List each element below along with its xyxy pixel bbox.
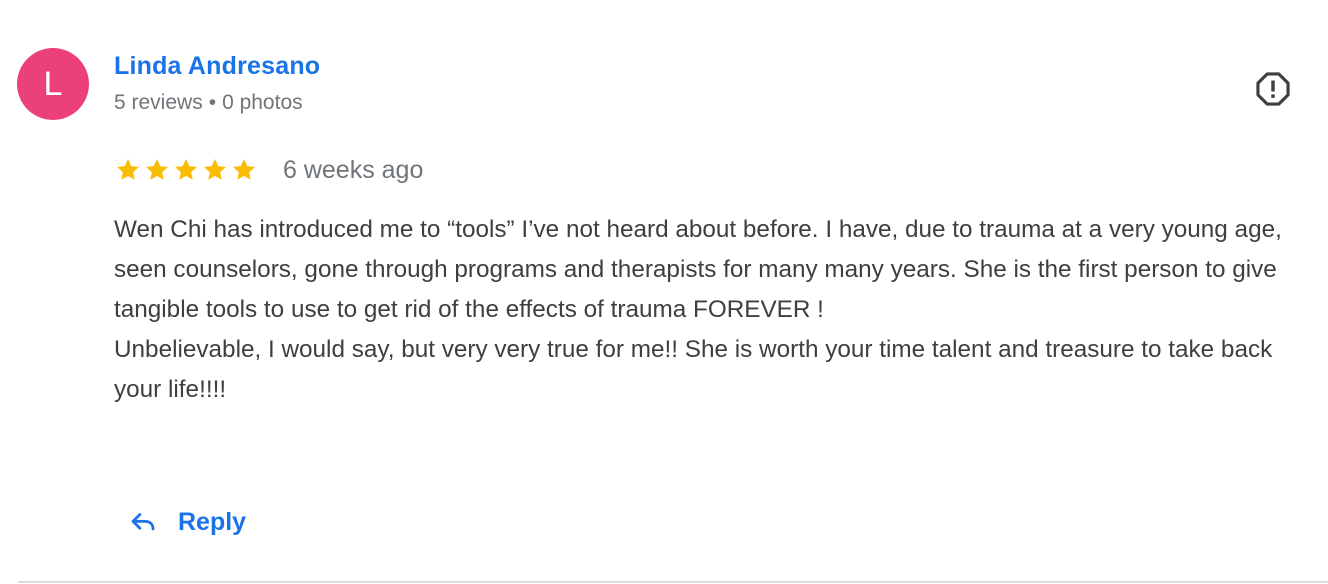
avatar[interactable]: L (17, 48, 89, 120)
review-text: Wen Chi has introduced me to “tools” I’v… (114, 210, 1320, 410)
star-icon (175, 159, 197, 180)
star-icon (204, 159, 226, 180)
reviews-count: 5 reviews (114, 91, 203, 114)
meta-separator: • (208, 91, 217, 114)
author-name-link[interactable]: Linda Andresano (114, 52, 320, 81)
report-flag-icon (1256, 72, 1290, 106)
star-icon (233, 159, 255, 180)
divider (18, 581, 1328, 583)
review-paragraph: Unbelievable, I would say, but very very… (114, 336, 1273, 403)
review-card: L Linda Andresano 5 reviews • 0 photos 6 w… (0, 0, 1328, 584)
star-rating (114, 156, 258, 184)
photos-count: 0 photos (222, 91, 303, 114)
star-icon (146, 159, 168, 180)
reply-label: Reply (178, 507, 247, 536)
review-paragraph: Wen Chi has introduced me to “tools” I’v… (114, 216, 1282, 323)
reply-arrow-icon (131, 513, 155, 531)
report-review-button[interactable] (1251, 67, 1295, 111)
star-icon (117, 159, 139, 180)
rating-row: 6 weeks ago (114, 154, 423, 186)
reply-button[interactable]: Reply (128, 496, 246, 548)
reviewer-meta: 5 reviews • 0 photos (114, 91, 303, 115)
review-date: 6 weeks ago (283, 155, 424, 184)
